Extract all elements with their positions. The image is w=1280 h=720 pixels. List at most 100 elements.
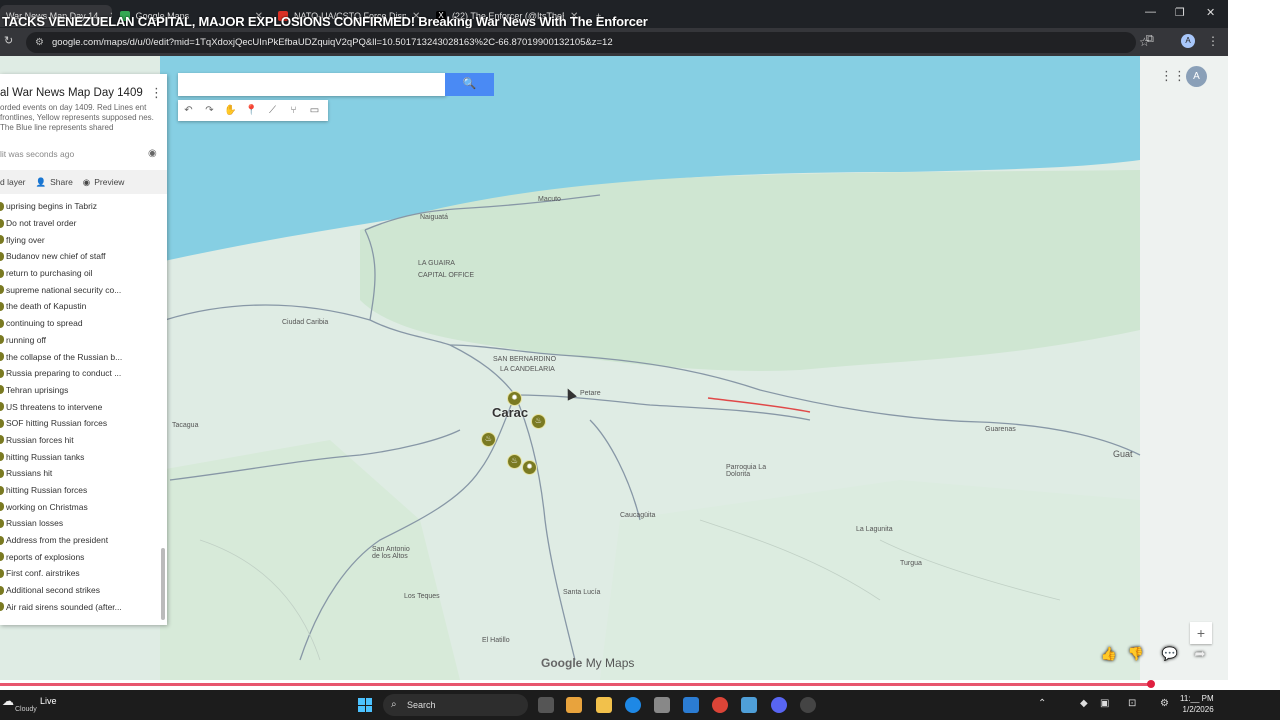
task-view-icon[interactable]: [538, 697, 554, 713]
weather-cloud-icon[interactable]: ☁: [2, 694, 14, 708]
list-item-label: SOF hitting Russian forces: [6, 418, 108, 429]
share-button[interactable]: 👤 Share: [36, 177, 73, 188]
marker-icon: [0, 285, 4, 295]
list-item[interactable]: Do not travel order: [0, 215, 160, 232]
list-item[interactable]: US threatens to intervene: [0, 398, 160, 415]
panel-scrollbar[interactable]: [161, 548, 165, 620]
zoom-in-button[interactable]: +: [1190, 622, 1212, 644]
tray-chevron-icon[interactable]: ⌃: [1038, 698, 1046, 709]
tray-app-icon[interactable]: ◆: [1080, 698, 1088, 709]
progress-scrubber[interactable]: [1147, 680, 1155, 688]
undo-icon[interactable]: ↶: [178, 100, 199, 121]
list-item[interactable]: return to purchasing oil: [0, 265, 160, 282]
redo-icon[interactable]: ↷: [199, 100, 220, 121]
marker-icon: [0, 502, 4, 512]
list-item[interactable]: Russian losses: [0, 515, 160, 532]
directions-icon[interactable]: ⑂: [283, 100, 304, 121]
discord-icon[interactable]: [771, 697, 787, 713]
list-item[interactable]: the death of Kapustin: [0, 298, 160, 315]
list-item-label: reports of explosions: [6, 551, 85, 562]
store-icon[interactable]: [654, 697, 670, 713]
site-info-icon[interactable]: ⚙: [35, 32, 44, 53]
list-item[interactable]: SOF hitting Russian forces: [0, 415, 160, 432]
add-layer-button[interactable]: d layer: [0, 177, 26, 187]
url-omnibox[interactable]: ⚙ google.com/maps/d/u/0/edit?mid=1TqXdox…: [26, 32, 1150, 53]
list-item[interactable]: Russia preparing to conduct ...: [0, 365, 160, 382]
restore-icon[interactable]: ❐: [1175, 6, 1185, 19]
list-item[interactable]: supreme national security co...: [0, 281, 160, 298]
marker-icon: [0, 452, 4, 462]
network-icon[interactable]: ⊡: [1128, 698, 1136, 709]
like-icon[interactable]: 👍: [1098, 644, 1120, 664]
list-item-label: Address from the president: [6, 535, 109, 546]
list-item[interactable]: reports of explosions: [0, 548, 160, 565]
list-item[interactable]: Russians hit: [0, 465, 160, 482]
comments-icon[interactable]: 💬: [1159, 644, 1181, 664]
minimize-icon[interactable]: —: [1145, 6, 1156, 18]
share-arrow-icon[interactable]: ➦: [1189, 644, 1211, 664]
map-label: Petare: [580, 390, 601, 397]
obs-icon[interactable]: [800, 697, 816, 713]
dislike-icon[interactable]: 👎: [1125, 644, 1147, 664]
map-label: LA GUAIRA: [418, 260, 455, 267]
add-marker-icon[interactable]: 📍: [241, 100, 262, 121]
marker-icon: [0, 201, 4, 211]
draw-line-icon[interactable]: ⟋: [262, 100, 283, 121]
panel-options-icon[interactable]: ⋮: [150, 85, 163, 101]
widgets-icon[interactable]: [566, 697, 582, 713]
list-item[interactable]: Address from the president: [0, 532, 160, 549]
list-item[interactable]: flying over: [0, 231, 160, 248]
marker-icon: [0, 335, 4, 345]
list-item[interactable]: running off: [0, 332, 160, 349]
extensions-icon[interactable]: ⧉: [1146, 33, 1154, 46]
list-item[interactable]: Air raid sirens sounded (after...: [0, 599, 160, 616]
list-item[interactable]: Budanov new chief of staff: [0, 248, 160, 265]
map-terrain: [160, 56, 1228, 680]
map-title[interactable]: al War News Map Day 1409: [0, 87, 143, 99]
browser-profile-avatar[interactable]: A: [1181, 34, 1195, 48]
event-marker-icon[interactable]: ♨: [507, 454, 522, 469]
hand-pan-icon[interactable]: ✋: [220, 100, 241, 121]
chrome-icon[interactable]: [712, 697, 728, 713]
marker-icon: [0, 268, 4, 278]
list-item[interactable]: uprising begins in Tabriz: [0, 198, 160, 215]
close-window-icon[interactable]: ✕: [1206, 6, 1215, 19]
list-item[interactable]: Russian forces hit: [0, 432, 160, 449]
tray-app-icon[interactable]: ▣: [1100, 698, 1109, 709]
event-marker-icon[interactable]: ♨: [481, 432, 496, 447]
marker-icon: [0, 468, 4, 478]
preview-button[interactable]: ◉ Preview: [83, 177, 125, 188]
map-canvas[interactable]: Naiguatá Macuto LA GUAIRA CAPITAL OFFICE…: [0, 56, 1228, 680]
video-progress-bar[interactable]: [0, 680, 1228, 690]
event-marker-icon[interactable]: ♨: [531, 414, 546, 429]
list-item[interactable]: the collapse of the Russian b...: [0, 348, 160, 365]
list-item[interactable]: working on Christmas: [0, 498, 160, 515]
file-explorer-icon[interactable]: [596, 697, 612, 713]
taskbar-search-box[interactable]: ⌕ Search: [383, 694, 528, 716]
event-marker-icon[interactable]: ✹: [507, 391, 522, 406]
settings-gear-icon[interactable]: ⚙: [1160, 698, 1169, 709]
list-item[interactable]: Additional second strikes: [0, 582, 160, 599]
edge-browser-icon[interactable]: [625, 697, 641, 713]
marker-icon: [0, 602, 4, 612]
event-marker-icon[interactable]: ✹: [522, 460, 537, 475]
measure-ruler-icon[interactable]: ▭: [304, 100, 325, 121]
live-widget[interactable]: Live: [40, 696, 57, 706]
app-icon[interactable]: [741, 697, 757, 713]
reload-icon[interactable]: ↻: [4, 34, 13, 47]
mail-icon[interactable]: [683, 697, 699, 713]
layer-item-list: uprising begins in Tabriz Do not travel …: [0, 198, 160, 615]
list-item-label: the death of Kapustin: [6, 301, 87, 312]
list-item[interactable]: hitting Russian tanks: [0, 448, 160, 465]
map-search-button[interactable]: 🔍: [445, 73, 494, 96]
list-item[interactable]: continuing to spread: [0, 315, 160, 332]
list-item[interactable]: Tehran uprisings: [0, 382, 160, 399]
system-clock[interactable]: 11:__ PM 1/2/2026: [1180, 693, 1214, 715]
browser-menu-icon[interactable]: ⋮: [1207, 34, 1219, 48]
list-item[interactable]: First conf. airstrikes: [0, 565, 160, 582]
google-account-avatar[interactable]: A: [1186, 66, 1207, 87]
list-item[interactable]: hitting Russian forces: [0, 482, 160, 499]
map-search-input[interactable]: [178, 73, 446, 96]
visibility-eye-icon[interactable]: ◉: [148, 148, 157, 159]
windows-start-icon[interactable]: [358, 698, 372, 712]
